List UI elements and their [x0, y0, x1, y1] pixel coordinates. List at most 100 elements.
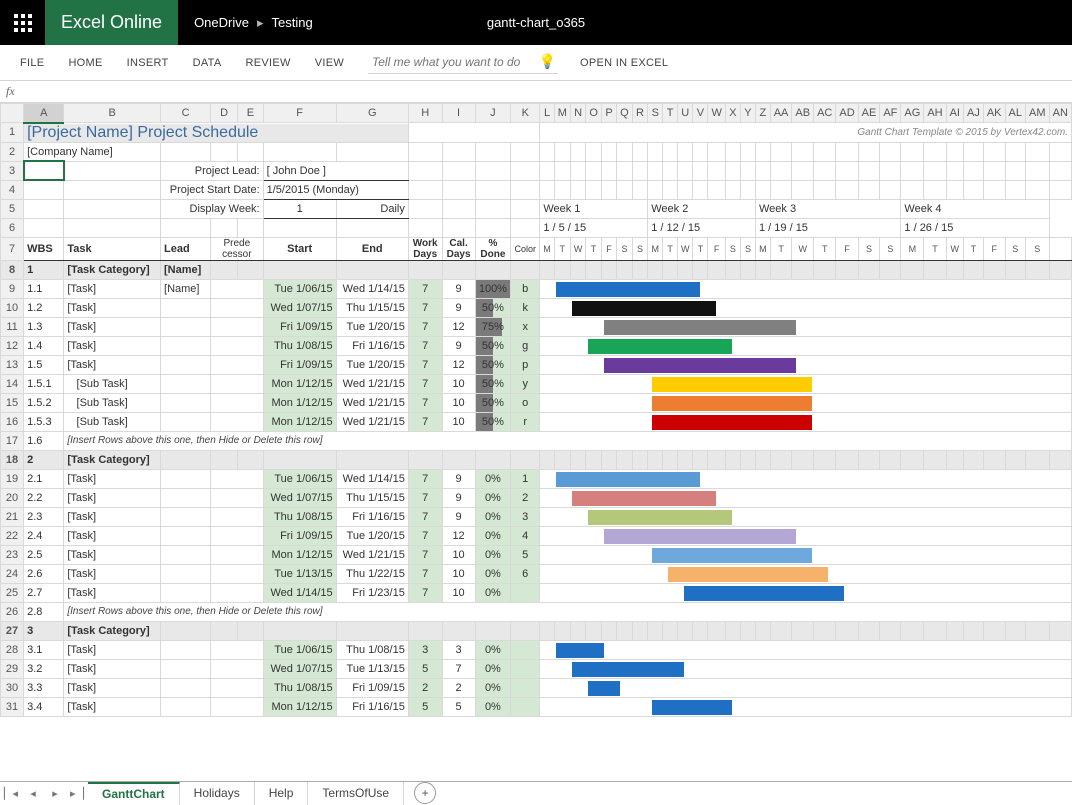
cell[interactable]: [263, 260, 336, 279]
wbs-cell[interactable]: 3: [24, 621, 64, 640]
display-week-mode[interactable]: Daily: [336, 199, 408, 218]
color-cell[interactable]: g: [511, 336, 540, 355]
ribbon-tab-file[interactable]: FILE: [8, 45, 56, 81]
ribbon-tab-data[interactable]: DATA: [181, 45, 234, 81]
cell[interactable]: [511, 142, 540, 161]
sheet-tab-holidays[interactable]: Holidays: [180, 782, 255, 805]
day-letter[interactable]: F: [836, 237, 858, 260]
breadcrumb-onedrive[interactable]: OneDrive: [194, 15, 249, 30]
cell[interactable]: [442, 142, 475, 161]
cell[interactable]: [554, 142, 570, 161]
cell[interactable]: [983, 180, 1005, 199]
col-header-E[interactable]: E: [238, 104, 263, 123]
end-cell[interactable]: Wed 1/21/15: [336, 393, 408, 412]
hdr-start[interactable]: Start: [263, 237, 336, 260]
cell[interactable]: [336, 450, 408, 469]
cell[interactable]: [814, 180, 836, 199]
cell[interactable]: [24, 218, 64, 237]
cell[interactable]: [1026, 142, 1050, 161]
pct-cell[interactable]: 50%: [475, 412, 511, 431]
workdays-cell[interactable]: 7: [408, 526, 442, 545]
cell[interactable]: [880, 621, 901, 640]
col-header-S[interactable]: S: [648, 104, 663, 123]
gantt-cell[interactable]: [540, 336, 1072, 355]
end-cell[interactable]: Fri 1/16/15: [336, 697, 408, 716]
cell[interactable]: [901, 621, 924, 640]
cell[interactable]: [554, 180, 570, 199]
day-letter[interactable]: T: [924, 237, 946, 260]
day-letter[interactable]: T: [663, 237, 678, 260]
cell[interactable]: [946, 161, 963, 180]
gantt-cell[interactable]: [540, 678, 1072, 697]
cell[interactable]: [836, 621, 858, 640]
cell[interactable]: [924, 180, 946, 199]
caldays-cell[interactable]: 9: [442, 507, 475, 526]
color-cell[interactable]: 3: [511, 507, 540, 526]
day-letter[interactable]: S: [725, 237, 740, 260]
cell[interactable]: [964, 180, 984, 199]
row-header-8[interactable]: 8: [1, 260, 24, 279]
cell[interactable]: [814, 450, 836, 469]
cell[interactable]: [475, 180, 511, 199]
task-cell[interactable]: [Sub Task]: [64, 374, 161, 393]
cell[interactable]: [408, 218, 442, 237]
cell[interactable]: [814, 142, 836, 161]
pct-cell[interactable]: 0%: [475, 488, 511, 507]
lead-cell[interactable]: [Name]: [161, 279, 211, 298]
day-letter[interactable]: T: [770, 237, 792, 260]
pred-cell[interactable]: [211, 393, 264, 412]
task-cell[interactable]: [Task]: [64, 583, 161, 602]
col-header-Q[interactable]: Q: [617, 104, 633, 123]
pct-cell[interactable]: 100%: [475, 279, 511, 298]
cell[interactable]: [693, 180, 708, 199]
task-cell[interactable]: [Sub Task]: [64, 393, 161, 412]
row-header-15[interactable]: 15: [1, 393, 24, 412]
cell[interactable]: [964, 621, 984, 640]
cell[interactable]: [540, 621, 554, 640]
pct-cell[interactable]: 0%: [475, 564, 511, 583]
sheet-nav-prev[interactable]: ◂: [22, 787, 44, 800]
cell[interactable]: [263, 450, 336, 469]
day-letter[interactable]: S: [858, 237, 880, 260]
cell[interactable]: [792, 450, 814, 469]
lead-cell[interactable]: [161, 507, 211, 526]
lead-cell[interactable]: [161, 488, 211, 507]
cell[interactable]: [632, 450, 647, 469]
cell[interactable]: [708, 260, 725, 279]
col-header-U[interactable]: U: [678, 104, 693, 123]
color-cell[interactable]: o: [511, 393, 540, 412]
row-header-25[interactable]: 25: [1, 583, 24, 602]
cell[interactable]: [540, 260, 554, 279]
sheet-tab-termsofuse[interactable]: TermsOfUse: [308, 782, 404, 805]
cell[interactable]: [725, 450, 740, 469]
cell[interactable]: [511, 260, 540, 279]
wbs-cell[interactable]: 2.4: [24, 526, 64, 545]
cell[interactable]: [678, 450, 693, 469]
task-cell[interactable]: [Task]: [64, 659, 161, 678]
col-header-I[interactable]: I: [442, 104, 475, 123]
row-header-23[interactable]: 23: [1, 545, 24, 564]
cell[interactable]: [540, 180, 554, 199]
cell[interactable]: [770, 161, 792, 180]
task-cat-cell[interactable]: [Task Category]: [64, 450, 161, 469]
cell[interactable]: [64, 180, 161, 199]
task-cell[interactable]: [Task]: [64, 279, 161, 298]
cell[interactable]: [570, 621, 585, 640]
cell[interactable]: [756, 621, 771, 640]
day-letter[interactable]: T: [814, 237, 836, 260]
cell[interactable]: [1005, 142, 1025, 161]
cell[interactable]: [554, 450, 570, 469]
cell[interactable]: [880, 180, 901, 199]
display-week-label[interactable]: Display Week:: [161, 199, 264, 218]
workdays-cell[interactable]: 5: [408, 659, 442, 678]
day-letter[interactable]: W: [792, 237, 814, 260]
end-cell[interactable]: Wed 1/21/15: [336, 545, 408, 564]
cell[interactable]: [924, 260, 946, 279]
cell[interactable]: [858, 161, 880, 180]
cell[interactable]: [858, 621, 880, 640]
day-letter[interactable]: T: [554, 237, 570, 260]
row-header-20[interactable]: 20: [1, 488, 24, 507]
day-letter[interactable]: S: [632, 237, 647, 260]
day-letter[interactable]: T: [964, 237, 984, 260]
cell[interactable]: [983, 621, 1005, 640]
